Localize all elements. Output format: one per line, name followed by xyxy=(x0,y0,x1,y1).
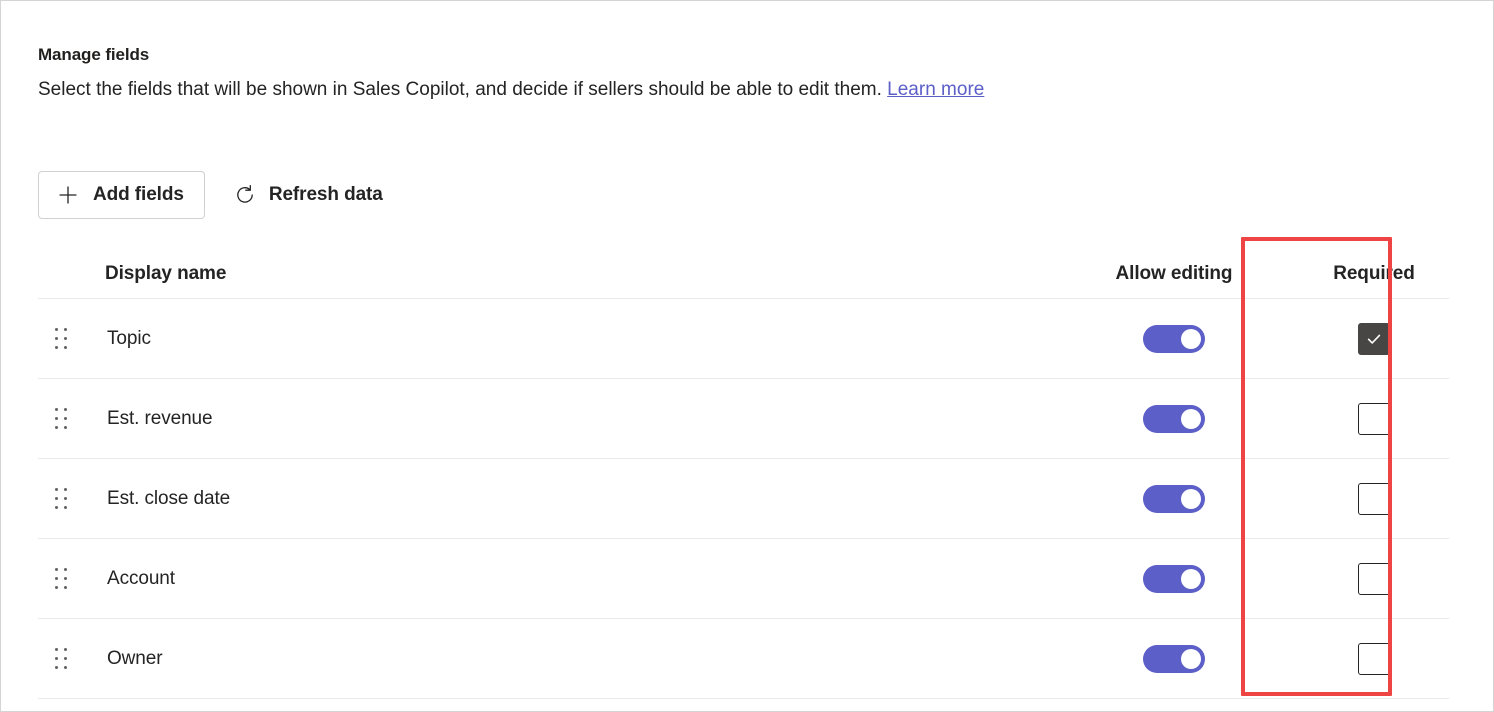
row-required-cell xyxy=(1299,323,1449,355)
row-drag-cell[interactable] xyxy=(38,568,86,590)
field-display-name: Est. revenue xyxy=(107,408,212,429)
table-row[interactable]: Owner xyxy=(38,619,1449,699)
toolbar: Add fields Refresh data xyxy=(38,171,398,219)
header-label-allow-editing: Allow editing xyxy=(1116,263,1233,285)
row-name-cell: Account xyxy=(86,568,1049,590)
drag-handle-icon[interactable] xyxy=(55,488,68,510)
refresh-data-button[interactable]: Refresh data xyxy=(221,171,398,219)
header-label-required: Required xyxy=(1333,263,1415,285)
row-drag-cell[interactable] xyxy=(38,488,86,510)
allow-editing-toggle[interactable] xyxy=(1143,485,1205,513)
page-description-text: Select the fields that will be shown in … xyxy=(38,79,882,100)
row-allow-editing-cell xyxy=(1049,485,1299,513)
header-cell-display-name: Display name xyxy=(86,263,1049,285)
refresh-icon xyxy=(234,184,256,206)
page-description: Select the fields that will be shown in … xyxy=(38,77,1338,103)
field-display-name: Topic xyxy=(107,328,151,349)
required-checkbox[interactable] xyxy=(1358,403,1390,435)
allow-editing-toggle[interactable] xyxy=(1143,405,1205,433)
refresh-data-label: Refresh data xyxy=(269,184,383,206)
required-checkbox[interactable] xyxy=(1358,563,1390,595)
row-allow-editing-cell xyxy=(1049,325,1299,353)
header-label-display-name: Display name xyxy=(105,263,226,284)
table-row[interactable]: Est. close date xyxy=(38,459,1449,539)
header-cell-required: Required xyxy=(1299,263,1449,285)
learn-more-link[interactable]: Learn more xyxy=(887,79,984,100)
field-display-name: Est. close date xyxy=(107,488,230,509)
row-drag-cell[interactable] xyxy=(38,328,86,350)
required-checkbox[interactable] xyxy=(1358,643,1390,675)
row-required-cell xyxy=(1299,483,1449,515)
row-required-cell xyxy=(1299,643,1449,675)
page-title: Manage fields xyxy=(38,43,1338,67)
fields-table: Display name Allow editing Required Topi… xyxy=(38,249,1449,699)
row-required-cell xyxy=(1299,563,1449,595)
header-cell-allow-editing: Allow editing xyxy=(1049,263,1299,285)
add-fields-button[interactable]: Add fields xyxy=(38,171,205,219)
field-display-name: Account xyxy=(107,568,175,589)
required-checkbox[interactable] xyxy=(1358,483,1390,515)
field-display-name: Owner xyxy=(107,648,162,669)
allow-editing-toggle[interactable] xyxy=(1143,325,1205,353)
required-checkbox[interactable] xyxy=(1358,323,1390,355)
row-drag-cell[interactable] xyxy=(38,408,86,430)
add-fields-label: Add fields xyxy=(93,184,184,206)
row-name-cell: Topic xyxy=(86,328,1049,350)
drag-handle-icon[interactable] xyxy=(55,568,68,590)
plus-icon xyxy=(57,184,79,206)
table-row[interactable]: Est. revenue xyxy=(38,379,1449,459)
drag-handle-icon[interactable] xyxy=(55,648,68,670)
row-required-cell xyxy=(1299,403,1449,435)
row-allow-editing-cell xyxy=(1049,565,1299,593)
page-header: Manage fields Select the fields that wil… xyxy=(38,43,1338,103)
row-name-cell: Est. revenue xyxy=(86,408,1049,430)
row-name-cell: Est. close date xyxy=(86,488,1049,510)
allow-editing-toggle[interactable] xyxy=(1143,645,1205,673)
row-allow-editing-cell xyxy=(1049,405,1299,433)
drag-handle-icon[interactable] xyxy=(55,328,68,350)
allow-editing-toggle[interactable] xyxy=(1143,565,1205,593)
table-row[interactable]: Account xyxy=(38,539,1449,619)
row-allow-editing-cell xyxy=(1049,645,1299,673)
row-name-cell: Owner xyxy=(86,648,1049,670)
table-row[interactable]: Topic xyxy=(38,299,1449,379)
manage-fields-page: Manage fields Select the fields that wil… xyxy=(0,0,1494,712)
table-header-row: Display name Allow editing Required xyxy=(38,249,1449,299)
row-drag-cell[interactable] xyxy=(38,648,86,670)
drag-handle-icon[interactable] xyxy=(55,408,68,430)
